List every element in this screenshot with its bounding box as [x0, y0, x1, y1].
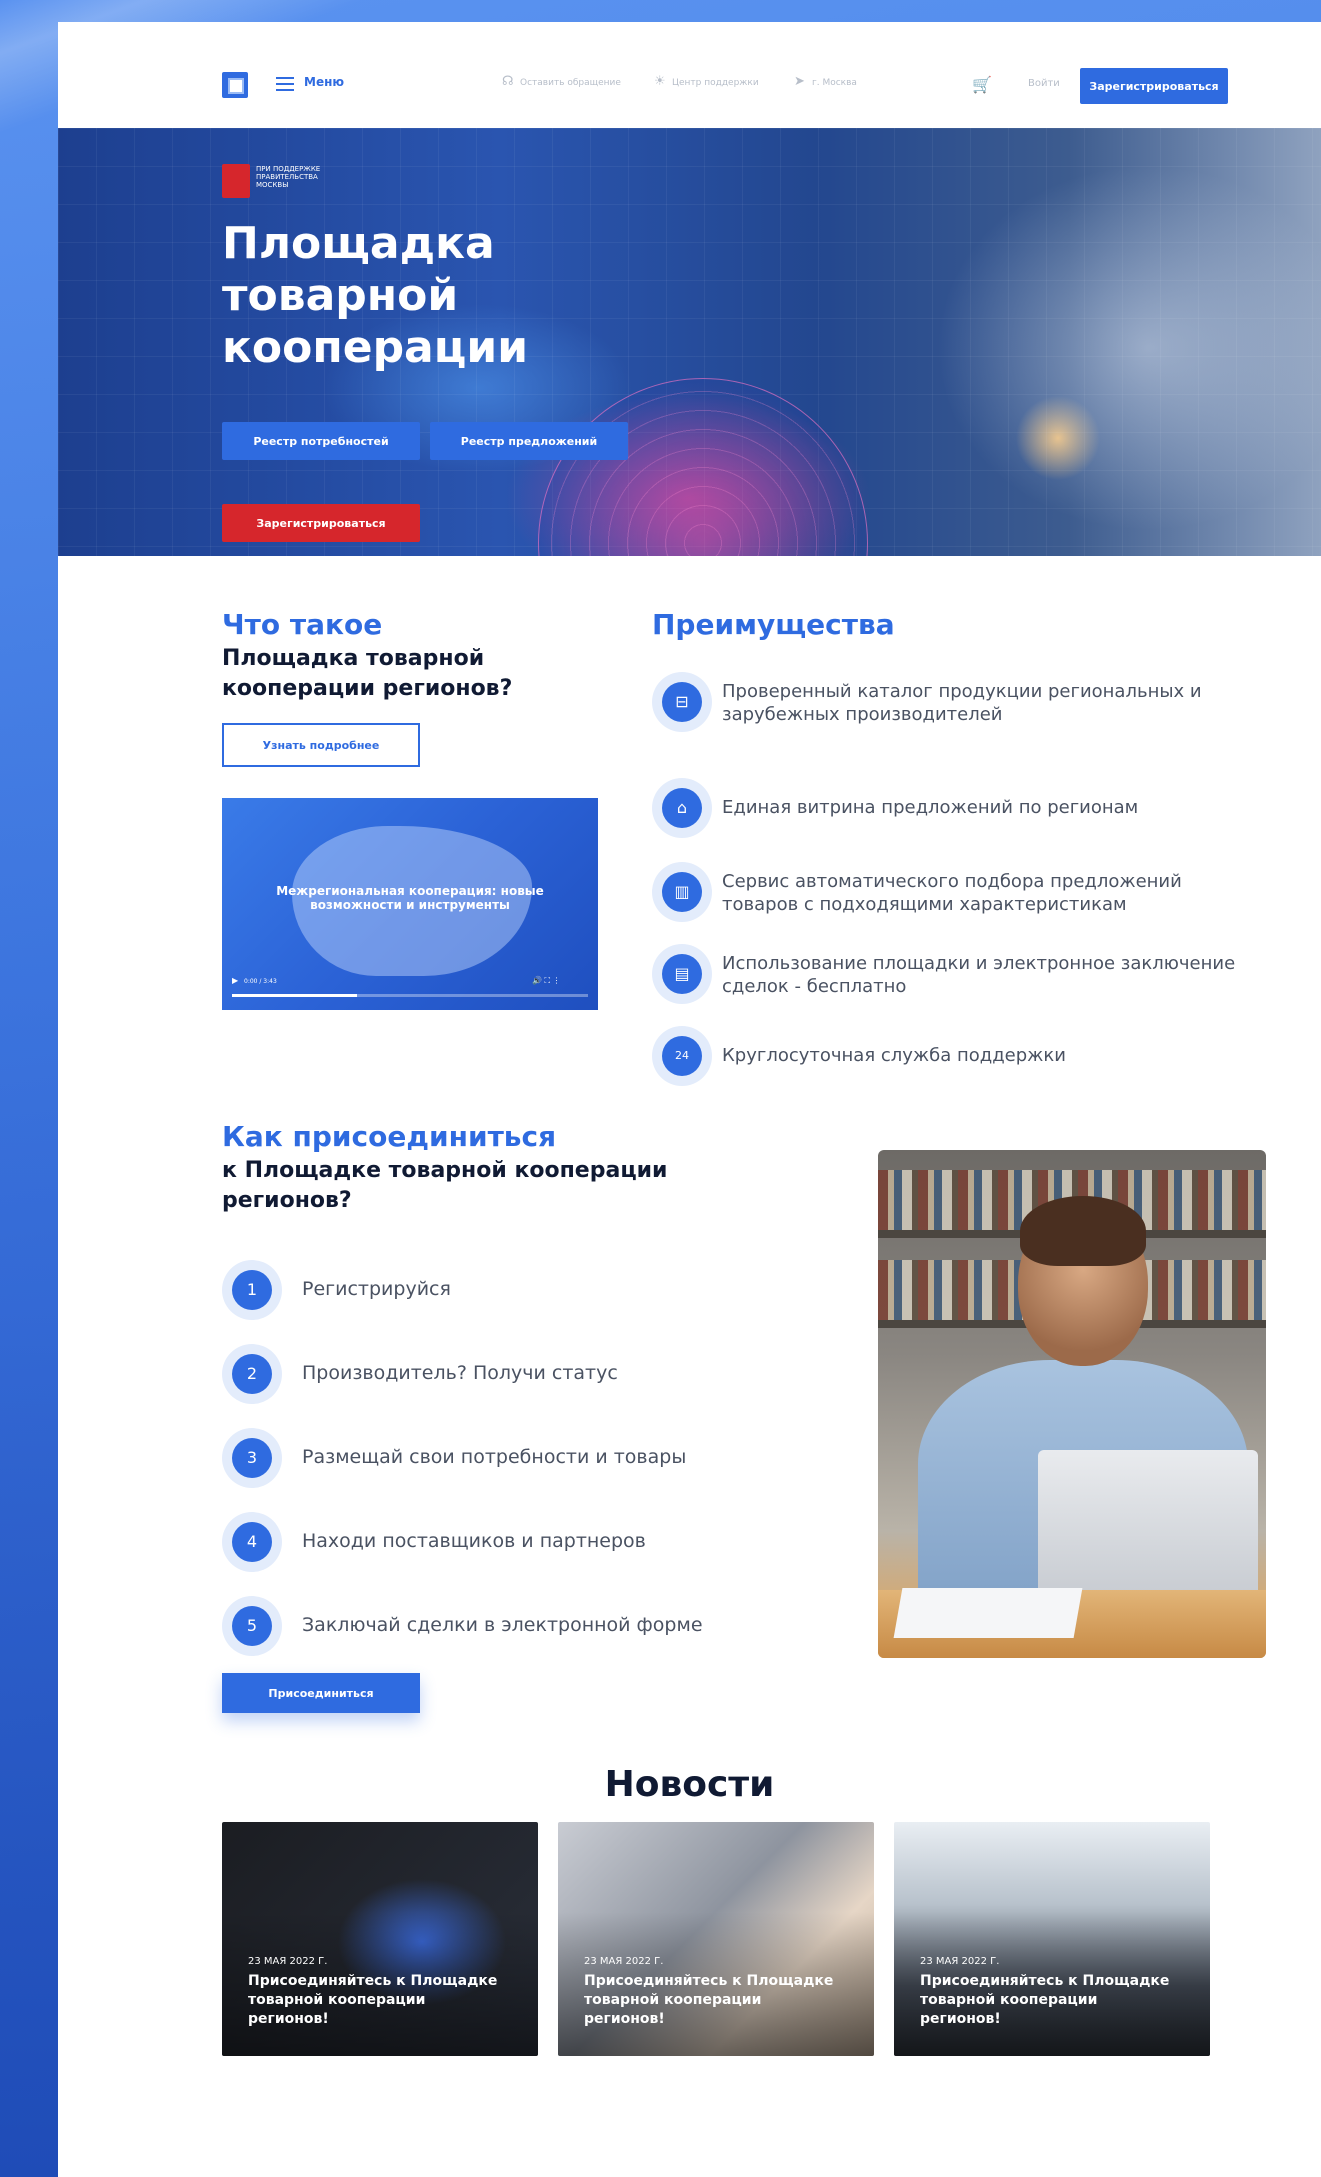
paper-graphic	[893, 1588, 1083, 1638]
advantage-text: Единая витрина предложений по регионам	[722, 797, 1139, 818]
video-progress-bar[interactable]	[232, 994, 588, 997]
join-step: 5 Заключай сделки в электронной форме	[222, 1596, 782, 1658]
moscow-coat-of-arms-icon	[222, 164, 250, 198]
storefront-icon: ⌂	[662, 788, 702, 828]
site-header: Меню ☊ Оставить обращение ☀ Центр поддер…	[58, 22, 1321, 128]
video-player[interactable]: Межрегиональная кооперация: новые возмож…	[222, 798, 598, 1010]
step-number-ring: 2	[222, 1344, 282, 1404]
support-24-icon: 24	[662, 1036, 702, 1076]
bag-icon: ⊟	[662, 682, 702, 722]
advantage-item: ⌂ Единая витрина предложений по регионам	[652, 778, 1252, 840]
volume-icon[interactable]: 🔊 ⛶ ⋮	[532, 976, 561, 986]
support-center-link[interactable]: Центр поддержки	[672, 78, 759, 88]
advantage-text: Круглосуточная служба поддержки	[722, 1045, 1066, 1066]
advantage-item: ▤ Использование площадки и электронное з…	[652, 944, 1252, 1006]
step-number-ring: 3	[222, 1428, 282, 1488]
what-is-title: Что такое	[222, 608, 383, 641]
advantage-item: ▥ Сервис автоматического подбора предлож…	[652, 862, 1252, 924]
news-date: 23 МАЯ 2022 Г.	[584, 1956, 664, 1967]
advantage-text: Использование площадки и электронное зак…	[722, 953, 1236, 997]
news-title: Новости	[604, 1764, 775, 1805]
advantage-icon-ring: ▥	[652, 862, 712, 922]
advantage-text: Сервис автоматического подбора предложен…	[722, 871, 1182, 915]
advantage-icon-ring: ⌂	[652, 778, 712, 838]
news-headline[interactable]: Присоединяйтесь к Площадке товарной кооп…	[248, 1972, 508, 2029]
headset-icon: ☊	[502, 74, 514, 89]
offers-registry-button[interactable]: Реестр предложений	[430, 422, 628, 460]
step-text: Находи поставщиков и партнеров	[302, 1530, 646, 1552]
hero-title: Площадка товарной кооперации	[222, 218, 529, 373]
step-number: 3	[232, 1438, 272, 1478]
what-is-subtitle: Площадка товарной кооперации регионов?	[222, 646, 513, 701]
news-date: 23 МАЯ 2022 Г.	[248, 1956, 328, 1967]
video-caption: Межрегиональная кооперация: новые возмож…	[276, 884, 544, 912]
gov-support-label: При поддержке Правительства Москвы	[256, 165, 321, 189]
step-number: 5	[232, 1606, 272, 1646]
step-number: 1	[232, 1270, 272, 1310]
login-link[interactable]: Войти	[1028, 78, 1060, 89]
header-register-button[interactable]: Зарегистрироваться	[1080, 68, 1228, 104]
step-text: Размещай свои потребности и товары	[302, 1446, 687, 1468]
document-icon: ▤	[662, 954, 702, 994]
join-step: 2 Производитель? Получи статус	[222, 1344, 782, 1406]
map-icon: ▥	[662, 872, 702, 912]
landing-page: Меню ☊ Оставить обращение ☀ Центр поддер…	[58, 22, 1321, 2177]
site-logo[interactable]	[222, 72, 248, 98]
video-time: 0:00 / 3:43	[244, 978, 277, 985]
menu-button[interactable]: Меню	[304, 75, 344, 89]
hero-register-button[interactable]: Зарегистрироваться	[222, 504, 420, 542]
news-date: 23 МАЯ 2022 Г.	[920, 1956, 1000, 1967]
step-text: Регистрируйся	[302, 1278, 451, 1300]
step-number: 4	[232, 1522, 272, 1562]
news-card[interactable]: 23 МАЯ 2022 Г. Присоединяйтесь к Площадк…	[222, 1822, 538, 2056]
join-step: 1 Регистрируйся	[222, 1260, 782, 1322]
laptop-graphic	[1038, 1450, 1258, 1600]
step-number-ring: 4	[222, 1512, 282, 1572]
location-arrow-icon: ➤	[794, 74, 805, 89]
cart-icon[interactable]: 🛒	[972, 75, 992, 94]
needs-registry-button[interactable]: Реестр потребностей	[222, 422, 420, 460]
person-hair-graphic	[1020, 1196, 1146, 1266]
news-headline[interactable]: Присоединяйтесь к Площадке товарной кооп…	[920, 1972, 1180, 2029]
news-headline[interactable]: Присоединяйтесь к Площадке товарной кооп…	[584, 1972, 844, 2029]
hero-banner: При поддержке Правительства Москвы Площа…	[58, 128, 1321, 556]
video-progress-fill	[232, 994, 357, 997]
lightbulb-icon: ☀	[654, 74, 666, 89]
advantage-item: ⊟ Проверенный каталог продукции регионал…	[652, 672, 1252, 734]
city-selector[interactable]: г. Москва	[812, 78, 857, 88]
advantage-icon-ring: ⊟	[652, 672, 712, 732]
advantage-icon-ring: ▤	[652, 944, 712, 1004]
news-card[interactable]: 23 МАЯ 2022 Г. Присоединяйтесь к Площадк…	[894, 1822, 1210, 2056]
learn-more-button[interactable]: Узнать подробнее	[222, 723, 420, 767]
advantage-text: Проверенный каталог продукции региональн…	[722, 681, 1202, 725]
menu-icon[interactable]	[276, 77, 294, 91]
step-text: Производитель? Получи статус	[302, 1362, 618, 1384]
join-title: Как присоединиться	[222, 1120, 557, 1153]
news-card[interactable]: 23 МАЯ 2022 Г. Присоединяйтесь к Площадк…	[558, 1822, 874, 2056]
advantage-item: 24 Круглосуточная служба поддержки	[652, 1026, 1252, 1088]
appeal-link[interactable]: Оставить обращение	[520, 78, 621, 88]
advantage-icon-ring: 24	[652, 1026, 712, 1086]
join-button[interactable]: Присоединиться	[222, 1673, 420, 1713]
step-number-ring: 1	[222, 1260, 282, 1320]
step-number: 2	[232, 1354, 272, 1394]
join-step: 3 Размещай свои потребности и товары	[222, 1428, 782, 1490]
man-with-laptop-photo	[878, 1150, 1266, 1658]
step-number-ring: 5	[222, 1596, 282, 1656]
join-step: 4 Находи поставщиков и партнеров	[222, 1512, 782, 1574]
step-text: Заключай сделки в электронной форме	[302, 1614, 703, 1636]
join-subtitle: к Площадке товарной кооперации регионов?	[222, 1158, 668, 1213]
advantages-title: Преимущества	[652, 608, 895, 641]
play-icon[interactable]: ▶	[232, 976, 238, 985]
